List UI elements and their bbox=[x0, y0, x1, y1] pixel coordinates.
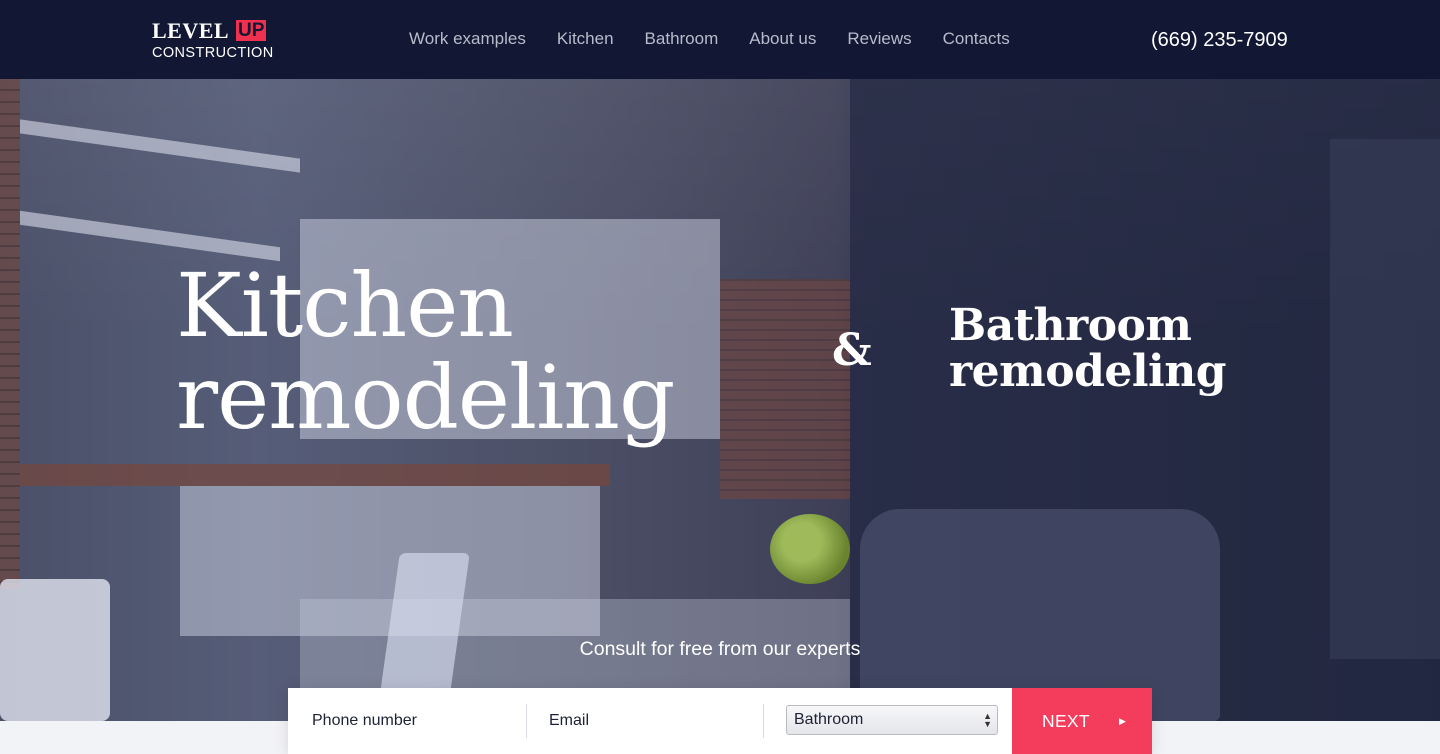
next-button-label: NEXT bbox=[1042, 711, 1090, 731]
nav-item-work-examples[interactable]: Work examples bbox=[409, 29, 526, 49]
nav-item-kitchen[interactable]: Kitchen bbox=[557, 29, 614, 49]
kitchen-heading: Kitchen remodeling bbox=[176, 254, 675, 449]
email-input[interactable] bbox=[549, 712, 759, 730]
next-button[interactable]: NEXT ▶ bbox=[1012, 688, 1152, 754]
fruit-bowl bbox=[770, 514, 850, 584]
kitchen-heading-line1: Kitchen bbox=[176, 254, 514, 357]
site-header: LEVEL UP CONSTRUCTION Work examples Kitc… bbox=[0, 0, 1440, 79]
consult-text: Consult for free from our experts bbox=[579, 638, 861, 660]
countertop bbox=[20, 464, 610, 486]
logo-subtitle: CONSTRUCTION bbox=[152, 45, 274, 61]
service-select-value: Bathroom bbox=[794, 711, 864, 728]
hero-section: Kitchen remodeling & Bathroom remodeling bbox=[0, 79, 1440, 721]
email-field-wrapper bbox=[549, 688, 759, 754]
consultation-form: Bathroom ▲▼ NEXT ▶ bbox=[288, 688, 1152, 754]
wall-shelf bbox=[20, 119, 300, 173]
nav-item-bathroom[interactable]: Bathroom bbox=[645, 29, 719, 49]
nav-item-reviews[interactable]: Reviews bbox=[847, 29, 911, 49]
field-divider bbox=[526, 704, 527, 738]
select-arrows-icon: ▲ ▼ bbox=[983, 711, 992, 729]
bathroom-heading-line2: remodeling bbox=[949, 346, 1227, 397]
bathroom-wall-panel bbox=[1330, 139, 1440, 659]
bathroom-heading-line1: Bathroom bbox=[949, 300, 1192, 351]
main-nav: Work examples Kitchen Bathroom About us … bbox=[409, 29, 1041, 49]
phone-input[interactable] bbox=[312, 712, 522, 730]
phone-field-wrapper bbox=[312, 688, 522, 754]
kitchen-heading-line2: remodeling bbox=[176, 346, 675, 449]
bathroom-heading: Bathroom remodeling bbox=[949, 300, 1227, 397]
brick-backsplash bbox=[720, 279, 850, 499]
logo[interactable]: LEVEL UP CONSTRUCTION bbox=[152, 18, 274, 64]
nav-item-contacts[interactable]: Contacts bbox=[943, 29, 1010, 49]
bathroom-background-image bbox=[850, 79, 1440, 721]
logo-word-up: UP bbox=[236, 20, 267, 41]
logo-word-level: LEVEL bbox=[152, 18, 230, 43]
brick-wall-decoration bbox=[0, 79, 20, 589]
nav-item-about-us[interactable]: About us bbox=[749, 29, 816, 49]
service-select[interactable]: Bathroom ▲ ▼ bbox=[786, 705, 998, 735]
ampersand: & bbox=[832, 325, 872, 376]
play-arrow-icon: ▶ bbox=[1119, 716, 1127, 726]
phone-link[interactable]: (669) 235-7909 bbox=[1151, 29, 1288, 51]
field-divider bbox=[763, 704, 764, 738]
